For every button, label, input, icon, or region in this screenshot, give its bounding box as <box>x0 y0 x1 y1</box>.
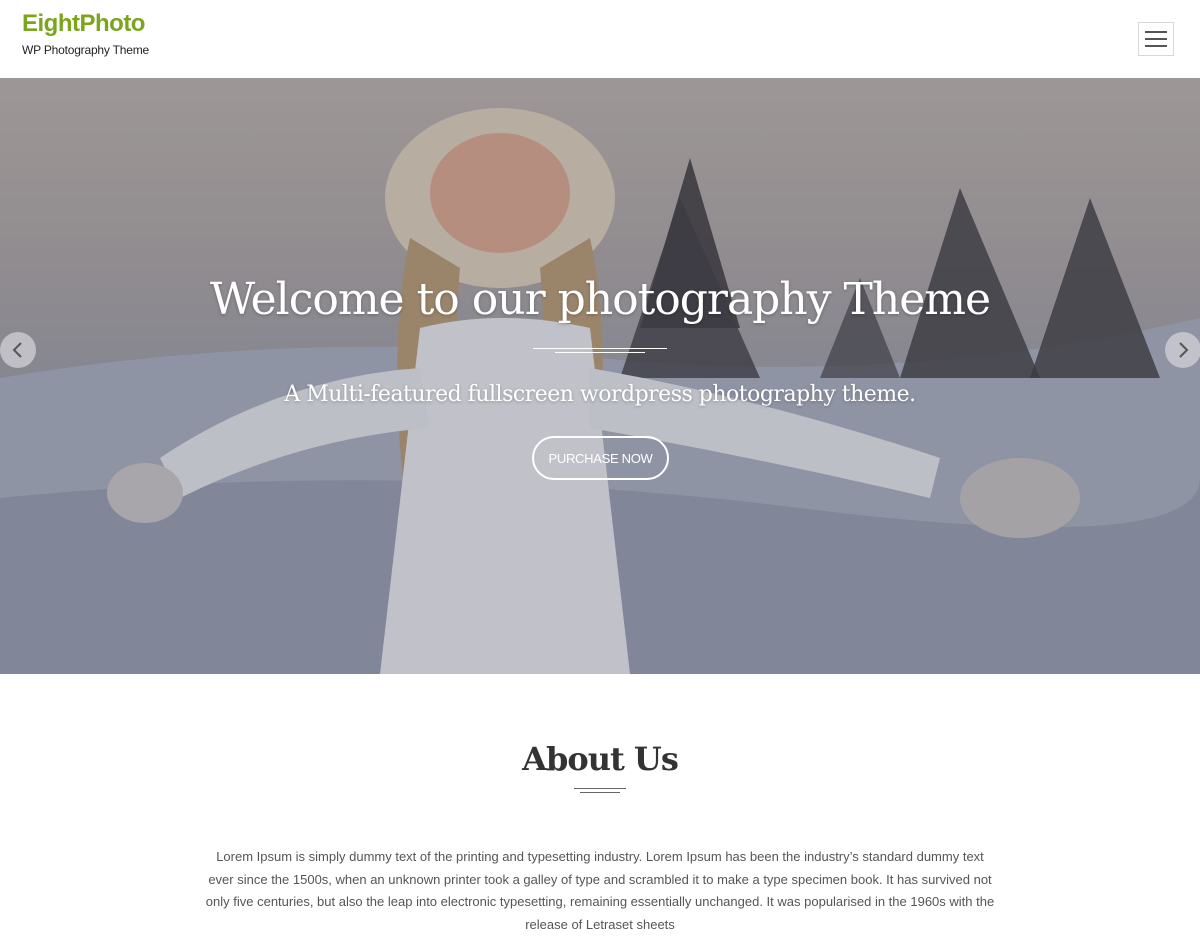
site-tagline: WP Photography Theme <box>22 43 149 57</box>
site-header: EightPhoto WP Photography Theme <box>0 0 1200 78</box>
hamburger-menu-icon <box>1145 31 1167 33</box>
hero-slider: Welcome to our photography Theme A Multi… <box>0 78 1200 674</box>
hero-subtitle: A Multi-featured fullscreen wordpress ph… <box>284 382 916 407</box>
hamburger-menu-icon-bar <box>1145 38 1167 40</box>
slider-next-button[interactable] <box>1165 332 1200 368</box>
hamburger-menu-icon-bar <box>1145 45 1167 47</box>
chevron-right-icon <box>1179 342 1189 358</box>
purchase-now-button[interactable]: PURCHASE NOW <box>532 436 669 480</box>
site-branding: EightPhoto WP Photography Theme <box>22 10 149 58</box>
hero-title: Welcome to our photography Theme <box>209 274 991 325</box>
slider-prev-button[interactable] <box>0 332 36 368</box>
about-title: About Us <box>522 740 679 778</box>
about-body-text: Lorem Ipsum is simply dummy text of the … <box>205 849 995 932</box>
menu-toggle-button[interactable] <box>1138 22 1174 56</box>
hero-overlay <box>0 78 1200 674</box>
site-title[interactable]: EightPhoto <box>22 10 149 38</box>
about-divider <box>574 788 626 794</box>
hero-divider <box>533 348 667 354</box>
about-section: About Us Lorem Ipsum is simply dummy tex… <box>0 674 1200 932</box>
chevron-left-icon <box>12 342 22 358</box>
